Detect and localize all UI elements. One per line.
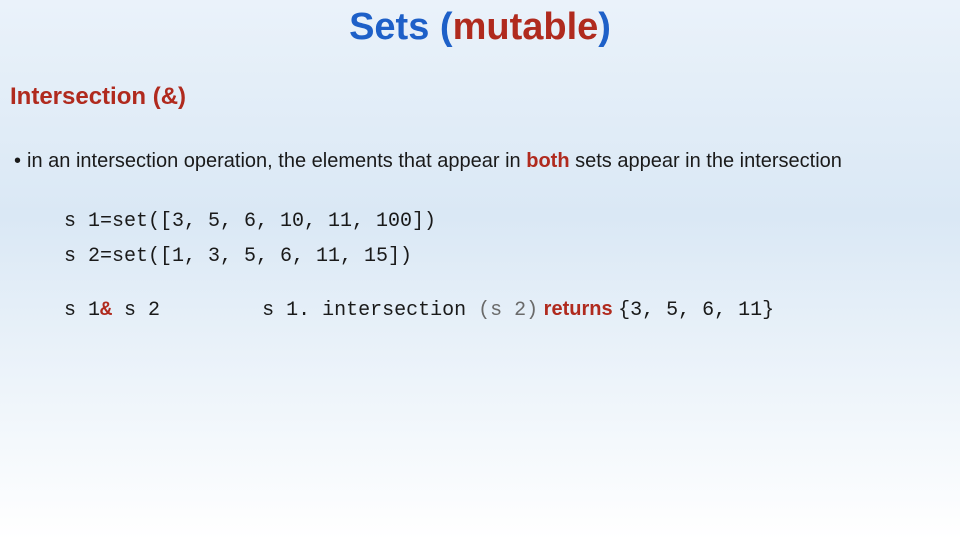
bullet-text-post: sets appear in the intersection: [570, 150, 842, 172]
title-part-mutable: mutable: [453, 6, 599, 48]
code-block: s 1=set([3, 5, 6, 10, 11, 100]) s 2=set(…: [64, 210, 960, 268]
title-part-1: Sets (: [349, 6, 452, 48]
bullet-text-pre: in an intersection operation, the elemen…: [27, 150, 526, 172]
code-line-2: s 2=set([1, 3, 5, 6, 11, 15]): [64, 245, 960, 268]
section-subtitle: Intersection (&): [10, 83, 960, 111]
bullet-item: • in an intersection operation, the eleme…: [14, 149, 950, 174]
slide-title: Sets (mutable): [0, 0, 960, 49]
ampersand-operator: &: [100, 299, 124, 322]
expr-arg: (s 2): [478, 299, 538, 322]
bullet-dot-icon: •: [14, 149, 21, 174]
slide-root: Sets (mutable) Intersection (&) • in an i…: [0, 0, 960, 540]
code-line-1: s 1=set([3, 5, 6, 10, 11, 100]): [64, 210, 960, 233]
result-set: {3, 5, 6, 11}: [618, 299, 774, 322]
expr-method: s 1. intersection: [262, 299, 478, 322]
expr-s1: s 1: [64, 299, 100, 322]
expr-right: s 1. intersection (s 2) returns {3, 5, 6…: [262, 298, 774, 322]
bullet-text-both: both: [526, 150, 569, 172]
returns-label: returns: [538, 298, 618, 320]
expr-s2: s 2: [124, 299, 160, 322]
title-part-3: ): [598, 6, 611, 48]
expr-left: s 1& s 2: [64, 299, 160, 322]
expression-row: s 1& s 2 s 1. intersection (s 2) returns…: [64, 298, 960, 322]
